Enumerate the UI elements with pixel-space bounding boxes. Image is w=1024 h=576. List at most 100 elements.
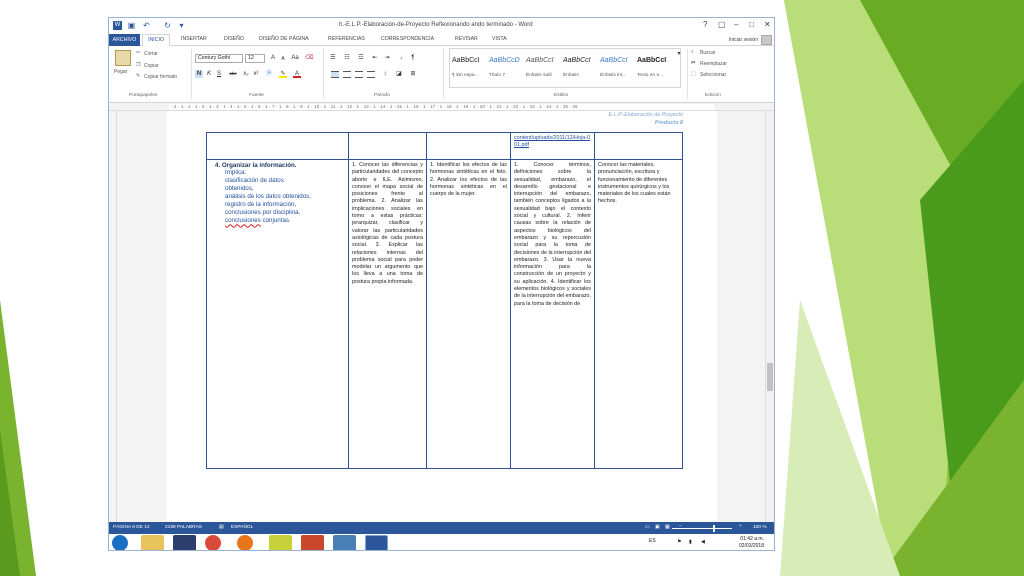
- proofing-icon[interactable]: ▤: [219, 525, 224, 530]
- shading-icon[interactable]: ◪: [395, 70, 403, 78]
- tab-diseno[interactable]: DISEÑO: [224, 36, 244, 42]
- grow-font-button[interactable]: A: [269, 54, 277, 62]
- tab-archivo[interactable]: ARCHIVO: [109, 34, 140, 46]
- scroll-thumb[interactable]: [767, 363, 773, 391]
- tab-correspondencia[interactable]: CORRESPONDENCIA: [381, 36, 434, 42]
- replace-icon[interactable]: ⇄: [691, 60, 695, 66]
- superscript-button[interactable]: x²: [252, 70, 260, 78]
- help-button[interactable]: ?: [703, 20, 707, 29]
- bold-button[interactable]: N: [195, 70, 203, 78]
- underline-button[interactable]: S: [215, 70, 223, 78]
- font-name-combobox[interactable]: Century Gothi: [195, 54, 243, 63]
- align-right-icon[interactable]: [355, 71, 363, 78]
- cut-button[interactable]: Cortar: [144, 51, 158, 57]
- zoom-level[interactable]: 100 %: [753, 525, 767, 530]
- cut-icon[interactable]: ✂: [136, 50, 140, 56]
- language-indicator[interactable]: ESPAÑOL: [231, 525, 253, 530]
- zoom-slider-thumb[interactable]: [713, 525, 715, 532]
- format-painter-button[interactable]: Copiar formato: [144, 74, 177, 80]
- style-item[interactable]: AaBbCcI Énfasis sutil: [524, 49, 561, 87]
- file-explorer-icon[interactable]: [141, 535, 164, 550]
- ribbon-display-options-icon[interactable]: ▢: [718, 20, 726, 29]
- redo-icon[interactable]: ↻: [163, 21, 172, 30]
- close-button[interactable]: ✕: [764, 20, 771, 29]
- tray-volume-icon[interactable]: ◀: [701, 539, 705, 545]
- select-icon[interactable]: ⬚: [691, 71, 696, 77]
- paste-button[interactable]: Pegar: [114, 69, 127, 75]
- sort-icon[interactable]: ↓: [397, 54, 405, 62]
- find-button[interactable]: Buscar: [700, 50, 716, 56]
- resource-link[interactable]: content/uploads/2011/12/Hoja-001.pdf: [514, 135, 590, 148]
- multilevel-list-icon[interactable]: ☲: [357, 54, 365, 62]
- powerpoint-icon[interactable]: [301, 535, 324, 550]
- horizontal-ruler[interactable]: · 2 · 1 · 1 · 1 · 2 · 1 · 3 · 1 · 4 · 1 …: [109, 103, 774, 111]
- misspelled-word[interactable]: conclusiones: [225, 217, 261, 224]
- tab-diseno-pagina[interactable]: DISEÑO DE PÁGINA: [259, 36, 309, 42]
- web-layout-icon[interactable]: ▦: [665, 525, 670, 530]
- copy-button[interactable]: Copiar: [144, 63, 159, 69]
- align-center-icon[interactable]: [343, 71, 351, 78]
- chrome-icon[interactable]: [205, 535, 221, 550]
- word-taskbar-icon[interactable]: [365, 535, 388, 550]
- highlight-icon[interactable]: ✎: [279, 70, 287, 78]
- numbering-icon[interactable]: ☷: [343, 54, 351, 62]
- justify-icon[interactable]: [367, 71, 375, 78]
- tab-revisar[interactable]: REVISAR: [455, 36, 478, 42]
- input-language[interactable]: ES: [649, 538, 656, 544]
- sign-in-link[interactable]: Iniciar sesión: [729, 37, 758, 43]
- tray-flag-icon[interactable]: ⚑: [677, 539, 681, 545]
- start-button-icon[interactable]: [112, 535, 128, 550]
- firefox-icon[interactable]: [237, 535, 253, 550]
- align-left-icon[interactable]: [331, 71, 339, 78]
- increase-indent-icon[interactable]: ⇥: [383, 54, 391, 62]
- read-mode-icon[interactable]: ▭: [645, 525, 650, 530]
- font-color-icon[interactable]: A: [293, 70, 301, 78]
- zoom-in-icon[interactable]: +: [739, 524, 742, 529]
- clock-date[interactable]: 02/03/2018: [739, 543, 764, 549]
- tray-network-icon[interactable]: ▮: [689, 539, 692, 545]
- copy-icon[interactable]: ❐: [136, 62, 140, 68]
- bullets-icon[interactable]: ☰: [329, 54, 337, 62]
- find-icon[interactable]: ⌕: [691, 49, 694, 55]
- maximize-button[interactable]: □: [749, 20, 754, 29]
- folder-icon[interactable]: [269, 535, 292, 550]
- format-painter-icon[interactable]: ✎: [136, 73, 140, 79]
- print-layout-icon[interactable]: ▣: [655, 525, 660, 530]
- vertical-ruler[interactable]: [109, 111, 117, 522]
- font-size-combobox[interactable]: 12: [245, 54, 265, 63]
- change-case-button[interactable]: Aa: [291, 54, 299, 62]
- avatar[interactable]: [761, 35, 772, 45]
- show-marks-icon[interactable]: ¶: [409, 54, 417, 62]
- paste-icon[interactable]: [115, 50, 131, 66]
- save-icon[interactable]: ▣: [127, 21, 136, 30]
- decrease-indent-icon[interactable]: ⇤: [371, 54, 379, 62]
- remote-desktop-icon[interactable]: [333, 535, 356, 550]
- styles-more-icon[interactable]: ▾: [675, 50, 683, 58]
- page-count[interactable]: PÁGINA 8 DE 12: [113, 525, 150, 530]
- clock-time[interactable]: 01:42 a.m.: [740, 536, 764, 542]
- shrink-font-button[interactable]: A: [279, 55, 287, 63]
- minimize-button[interactable]: –: [734, 20, 738, 29]
- replace-button[interactable]: Reemplazar: [700, 61, 727, 67]
- word-count[interactable]: 2198 PALABRAS: [165, 525, 202, 530]
- tab-insertar[interactable]: INSERTAR: [181, 36, 207, 42]
- style-item[interactable]: AaBbCcI Énfasis: [561, 49, 598, 87]
- borders-icon[interactable]: ⊞: [409, 70, 417, 78]
- strikethrough-button[interactable]: abc: [227, 70, 239, 78]
- style-item[interactable]: AaBbCcI ¶ Sin espa...: [450, 49, 487, 87]
- style-item[interactable]: AaBbCcD Título 7: [487, 49, 524, 87]
- tab-vista[interactable]: VISTA: [492, 36, 507, 42]
- select-button[interactable]: Seleccionar: [700, 72, 726, 78]
- line-spacing-icon[interactable]: ↕: [381, 70, 389, 78]
- zoom-out-icon[interactable]: –: [679, 524, 682, 529]
- customize-quick-access-icon[interactable]: ▾: [177, 21, 186, 30]
- text-effects-icon[interactable]: Ⓐ: [265, 70, 273, 78]
- style-item[interactable]: AaBbCcI Texto en n...: [635, 49, 672, 87]
- media-player-icon[interactable]: [173, 535, 196, 550]
- clear-format-icon[interactable]: ⌫: [305, 54, 313, 62]
- italic-button[interactable]: K: [205, 70, 213, 78]
- subscript-button[interactable]: x₂: [242, 70, 250, 78]
- document-page[interactable]: E.L.P.-Elaboración de Proyecto Producto …: [167, 111, 717, 522]
- style-item[interactable]: AaBbCcI Énfasis int...: [598, 49, 635, 87]
- vertical-scrollbar[interactable]: [765, 111, 774, 522]
